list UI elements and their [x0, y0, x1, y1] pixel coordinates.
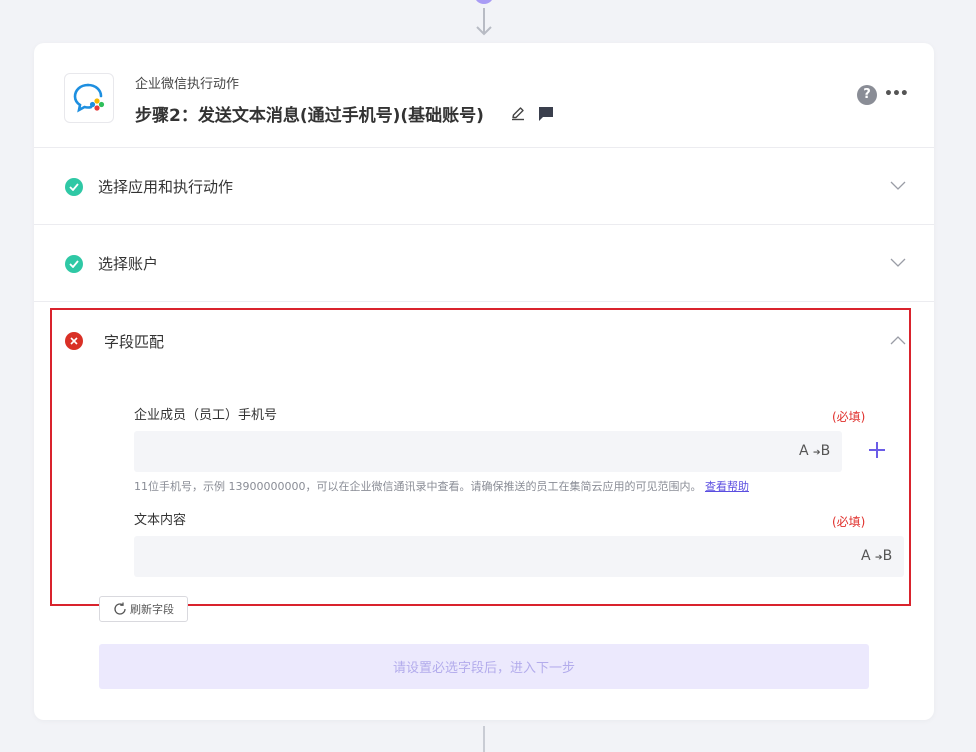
- refresh-fields-button[interactable]: 刷新字段: [99, 596, 188, 622]
- text-content-label: 文本内容: [134, 513, 187, 528]
- refresh-icon: [114, 602, 126, 615]
- help-link[interactable]: 查看帮助: [705, 480, 749, 493]
- ab-label-b: B: [820, 443, 831, 459]
- ab-label-a: A: [861, 548, 871, 564]
- check-circle-icon: [65, 178, 83, 196]
- step-title: 步骤2：发送文本消息(通过手机号)(基础账号): [135, 106, 484, 126]
- refresh-label: 刷新字段: [130, 603, 174, 616]
- chevron-up-icon[interactable]: [890, 335, 906, 347]
- help-icon[interactable]: ?: [857, 85, 877, 105]
- section-field-mapping: 字段匹配 企业成员（员工）手机号 (必填) A ➔B 11位手机号，示例 139…: [50, 308, 911, 606]
- flow-arrow-down-icon: [476, 8, 492, 36]
- phone-field-input[interactable]: [134, 431, 842, 472]
- wecom-app-icon: [64, 73, 114, 123]
- section-label: 选择账户: [98, 255, 159, 273]
- section-select-account[interactable]: 选择账户: [34, 225, 934, 302]
- required-badge: (必填): [832, 515, 866, 529]
- ab-label-b: B: [882, 548, 893, 564]
- edit-pencil-icon[interactable]: [510, 105, 526, 121]
- more-options-icon[interactable]: •••: [884, 86, 909, 106]
- next-step-button[interactable]: 请设置必选字段后，进入下一步: [99, 644, 869, 689]
- section-select-app-action[interactable]: 选择应用和执行动作: [34, 148, 934, 225]
- add-value-plus-icon[interactable]: [867, 440, 887, 460]
- section-label: 选择应用和执行动作: [98, 178, 234, 196]
- chevron-down-icon[interactable]: [890, 179, 906, 191]
- field-mapping-ab-button[interactable]: A ➔B: [799, 443, 830, 459]
- previous-step-node: [474, 0, 494, 4]
- phone-field-hint: 11位手机号，示例 13900000000，可以在企业微信通讯录中查看。请确保推…: [134, 478, 749, 494]
- text-content-input[interactable]: [134, 536, 904, 577]
- step-card: 企业微信执行动作 步骤2：发送文本消息(通过手机号)(基础账号) ? ••• 选…: [34, 43, 934, 720]
- hint-text: 11位手机号，示例 13900000000，可以在企业微信通讯录中查看。请确保推…: [134, 480, 702, 493]
- comment-icon[interactable]: [538, 106, 554, 122]
- chevron-down-icon[interactable]: [890, 256, 906, 268]
- arrow-right-icon: ➔: [813, 448, 821, 458]
- required-badge: (必填): [832, 410, 866, 424]
- phone-field-label: 企业成员（员工）手机号: [134, 408, 278, 423]
- flow-connector-line: [483, 726, 485, 752]
- ab-label-a: A: [799, 443, 809, 459]
- section-label: 字段匹配: [104, 333, 165, 351]
- step-header: 企业微信执行动作 步骤2：发送文本消息(通过手机号)(基础账号) ? •••: [34, 43, 934, 148]
- error-x-circle-icon: [65, 332, 83, 350]
- field-mapping-ab-button[interactable]: A ➔B: [861, 548, 892, 564]
- check-circle-icon: [65, 255, 83, 273]
- arrow-right-icon: ➔: [875, 553, 883, 563]
- app-name: 企业微信执行动作: [135, 77, 240, 92]
